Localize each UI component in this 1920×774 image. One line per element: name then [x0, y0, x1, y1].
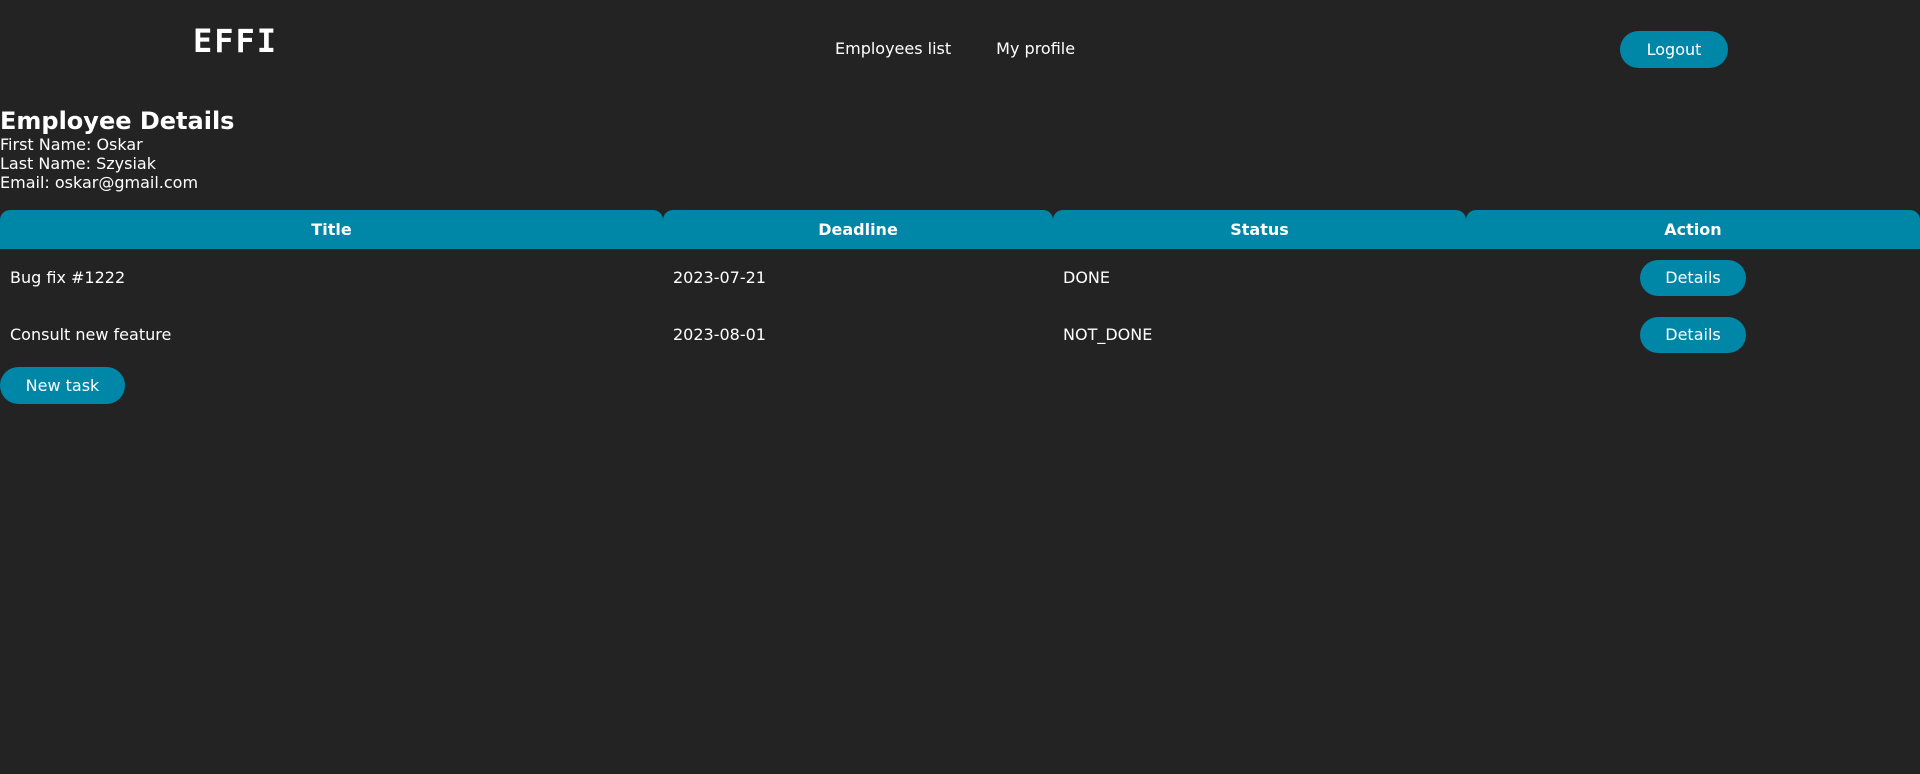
page-title: Employee Details — [0, 107, 235, 135]
email: Email: oskar@gmail.com — [0, 173, 199, 192]
column-header-status: Status — [1053, 210, 1466, 249]
nav-employees-list[interactable]: Employees list — [835, 39, 951, 58]
table-row: Bug fix #1222 2023-07-21 DONE Details — [0, 249, 1920, 306]
column-header-deadline: Deadline — [663, 210, 1053, 249]
task-title: Bug fix #1222 — [10, 268, 126, 287]
last-name: Last Name: Szysiak — [0, 154, 156, 173]
details-button[interactable]: Details — [1640, 316, 1746, 353]
task-status: NOT_DONE — [1063, 325, 1153, 344]
column-header-action: Action — [1466, 210, 1920, 249]
first-name: First Name: Oskar — [0, 135, 143, 154]
logo[interactable]: EFFI — [193, 22, 278, 60]
main-nav: Employees list My profile — [835, 39, 1075, 58]
employee-details: Employee Details First Name: Oskar Last … — [0, 107, 1920, 192]
task-action: Details — [1466, 249, 1920, 306]
task-status: DONE — [1063, 268, 1110, 287]
task-deadline: 2023-07-21 — [673, 268, 766, 287]
tasks-table: Title Deadline Status Action Bug fix #12… — [0, 210, 1920, 363]
logout-button[interactable]: Logout — [1620, 31, 1728, 68]
table-header-row: Title Deadline Status Action — [0, 210, 1920, 249]
task-action: Details — [1466, 306, 1920, 363]
column-header-title: Title — [0, 210, 663, 249]
table-row: Consult new feature 2023-08-01 NOT_DONE … — [0, 306, 1920, 363]
nav-my-profile[interactable]: My profile — [996, 39, 1075, 58]
top-bar: EFFI Employees list My profile Logout — [0, 0, 1920, 100]
task-title: Consult new feature — [10, 325, 172, 344]
details-button[interactable]: Details — [1640, 259, 1746, 296]
task-deadline: 2023-08-01 — [673, 325, 766, 344]
new-task-button[interactable]: New task — [0, 367, 125, 404]
